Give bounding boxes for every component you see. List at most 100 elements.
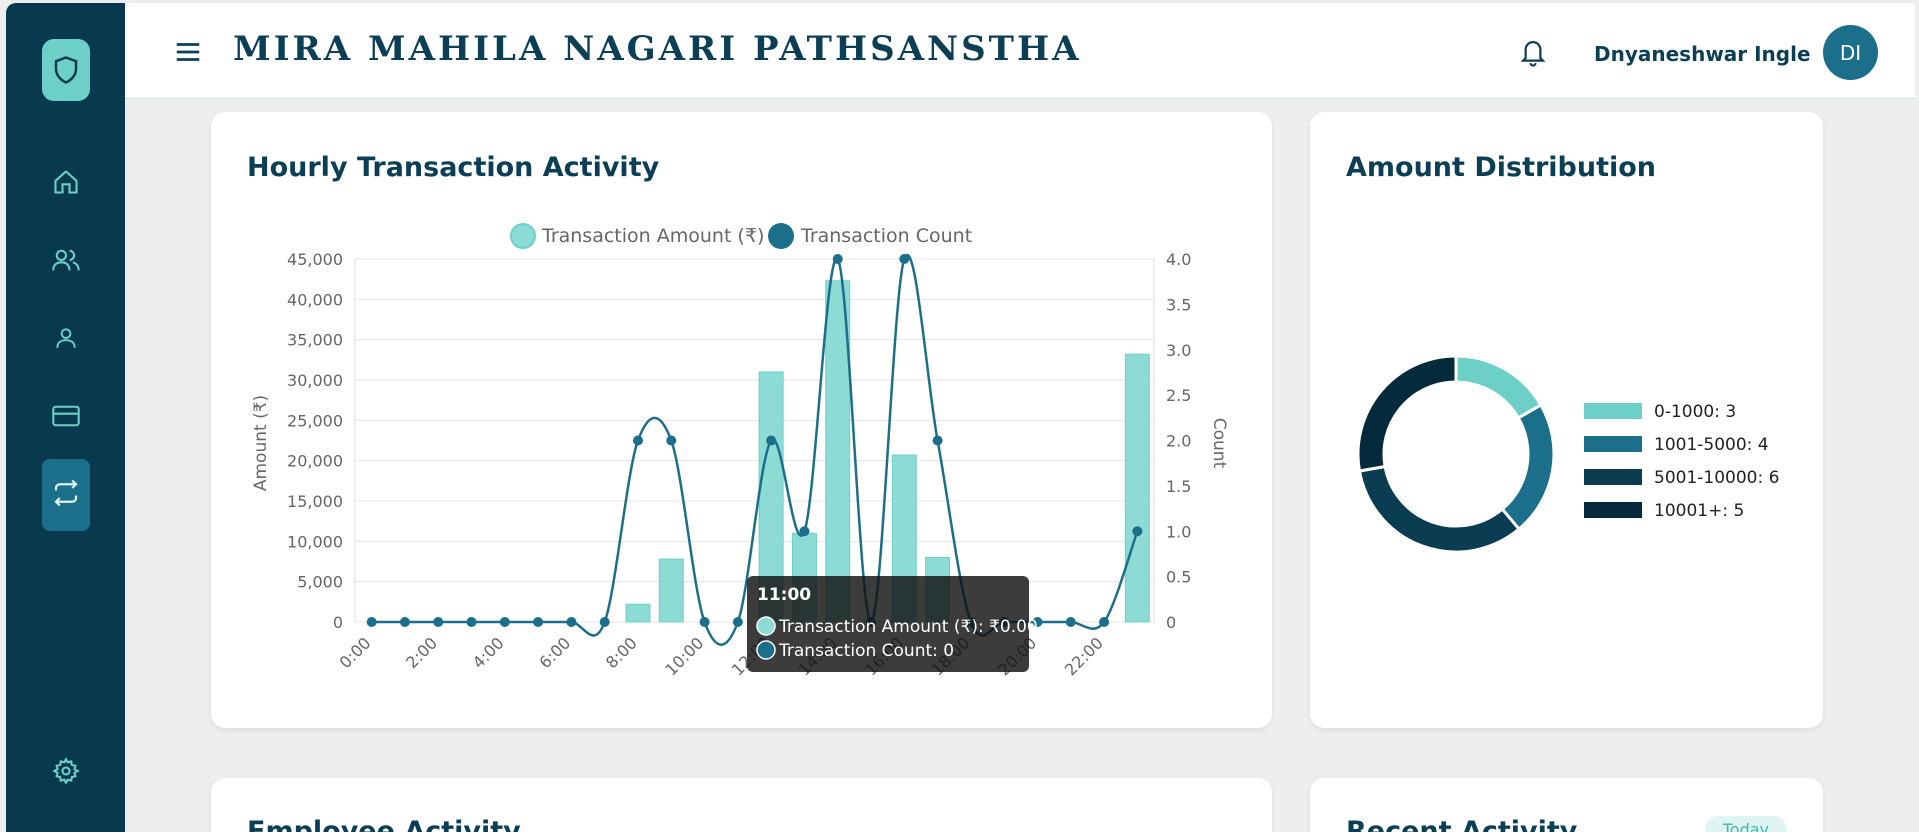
count-point [599, 617, 610, 627]
tooltip-count-swatch [756, 640, 776, 660]
employee-activity-title: Employee Activity [247, 816, 521, 832]
menu-icon[interactable] [173, 37, 203, 67]
donut-slice [1500, 402, 1556, 532]
today-badge[interactable]: Today [1704, 816, 1787, 832]
y-axis-label: Amount (₹) [251, 395, 271, 491]
tooltip-count-line: Transaction Count: 0 [778, 641, 954, 661]
count-point [1065, 617, 1076, 627]
chart-tooltip: 11:00 Transaction Amount (₹): ₹0.00 Tran… [747, 576, 1038, 672]
y-tick-label: 25,000 [287, 411, 343, 430]
sidebar-item-user[interactable] [42, 316, 90, 364]
recent-activity-card: Recent Activity Today [1310, 778, 1823, 832]
legend-amount-label: Transaction Amount (₹) [541, 225, 764, 247]
y-tick-label: 35,000 [287, 331, 343, 350]
bar-amount [1124, 353, 1150, 623]
y-tick-label: 20,000 [287, 452, 343, 471]
bar-amount [625, 603, 651, 623]
y2-tick-label: 1.5 [1166, 477, 1191, 496]
x-tick-label: 2:00 [402, 633, 441, 672]
legend-swatch [1584, 403, 1642, 419]
count-point [766, 435, 777, 446]
legend-swatch [1584, 502, 1642, 518]
donut-slice [1357, 464, 1522, 554]
x-tick-label: 10:00 [661, 633, 707, 679]
home-icon [52, 168, 80, 200]
hourly-activity-card: Hourly Transaction Activity Transaction … [211, 112, 1272, 728]
gear-icon [52, 757, 80, 789]
count-point [1132, 526, 1143, 537]
donut-slice [1356, 354, 1458, 473]
app-frame: MIRA MAHILA NAGARI PATHSANSTHA Dnyaneshw… [0, 0, 1919, 832]
shield-logo-icon[interactable] [42, 39, 90, 101]
legend-count-label: Transaction Count [800, 225, 972, 247]
tooltip-amount-line: Transaction Amount (₹): ₹0.00 [778, 617, 1038, 637]
count-point [932, 435, 943, 446]
sidebar-item-users[interactable] [42, 238, 90, 286]
legend-label: 0-1000: 3 [1654, 402, 1736, 422]
legend-label: 1001-5000: 4 [1654, 435, 1769, 455]
y2-axis-label: Count [1209, 418, 1229, 469]
count-point [732, 617, 743, 627]
user-icon [53, 324, 79, 356]
y2-tick-label: 1.0 [1166, 522, 1191, 541]
y2-tick-label: 2.5 [1166, 386, 1191, 405]
y-tick-label: 30,000 [287, 371, 343, 390]
x-tick-label: 22:00 [1061, 633, 1107, 679]
y-tick-label: 15,000 [287, 492, 343, 511]
x-tick-label: 0:00 [336, 633, 375, 672]
amount-distribution-chart[interactable]: 0-1000: 3 1001-5000: 4 5001-10000: 6 10001+… [1310, 112, 1823, 728]
legend-label: 10001+: 5 [1654, 501, 1744, 521]
count-point [799, 526, 810, 537]
recent-activity-title: Recent Activity [1346, 816, 1578, 832]
y-tick-label: 40,000 [287, 290, 343, 309]
sidebar [6, 3, 125, 832]
credit-card-icon [51, 403, 81, 433]
count-point [632, 435, 643, 446]
y2-tick-label: 0 [1166, 613, 1176, 632]
legend-amount-swatch [510, 223, 536, 249]
y2-tick-label: 0.5 [1166, 568, 1191, 587]
count-point [566, 617, 577, 627]
count-point [832, 254, 843, 264]
top-header: MIRA MAHILA NAGARI PATHSANSTHA Dnyaneshw… [125, 3, 1915, 99]
employee-activity-card: Employee Activity [211, 778, 1272, 832]
y2-tick-label: 3.5 [1166, 295, 1191, 314]
count-point [466, 617, 477, 627]
users-icon [51, 246, 81, 278]
sidebar-item-home[interactable] [42, 160, 90, 208]
x-tick-label: 4:00 [469, 633, 508, 672]
bell-icon[interactable] [1518, 36, 1550, 70]
y2-tick-label: 3.0 [1166, 341, 1191, 360]
count-point [366, 617, 377, 627]
count-point [533, 617, 544, 627]
transfer-icon [51, 478, 81, 512]
sidebar-item-settings[interactable] [42, 749, 90, 797]
y-tick-label: 45,000 [287, 250, 343, 269]
avatar[interactable]: DI [1823, 25, 1878, 80]
count-point [699, 617, 710, 627]
legend-swatch [1584, 436, 1642, 452]
amount-distribution-card: Amount Distribution 0-1000: 3 1001-5000: … [1310, 112, 1823, 728]
count-point [399, 617, 410, 627]
y-tick-label: 5,000 [297, 573, 343, 592]
bar-amount [658, 558, 684, 623]
y-tick-label: 10,000 [287, 532, 343, 551]
sidebar-item-transactions[interactable] [42, 459, 90, 531]
legend-count-swatch [768, 223, 794, 249]
tooltip-amount-swatch [756, 616, 776, 636]
hourly-chart[interactable]: Transaction Amount (₹) Transaction Count… [211, 112, 1272, 728]
y2-tick-label: 4.0 [1166, 250, 1191, 269]
count-point [899, 254, 910, 264]
x-tick-label: 8:00 [602, 633, 641, 672]
y-tick-label: 0 [333, 613, 343, 632]
count-point [1099, 617, 1110, 627]
donut-slice [1454, 354, 1543, 421]
user-name[interactable]: Dnyaneshwar Ingle [1594, 42, 1811, 66]
app-title: MIRA MAHILA NAGARI PATHSANSTHA [233, 29, 1082, 69]
tooltip-title: 11:00 [757, 585, 811, 605]
y2-tick-label: 2.0 [1166, 432, 1191, 451]
legend-swatch [1584, 469, 1642, 485]
legend-label: 5001-10000: 6 [1654, 468, 1779, 488]
count-point [433, 617, 444, 627]
sidebar-item-card[interactable] [42, 394, 90, 442]
